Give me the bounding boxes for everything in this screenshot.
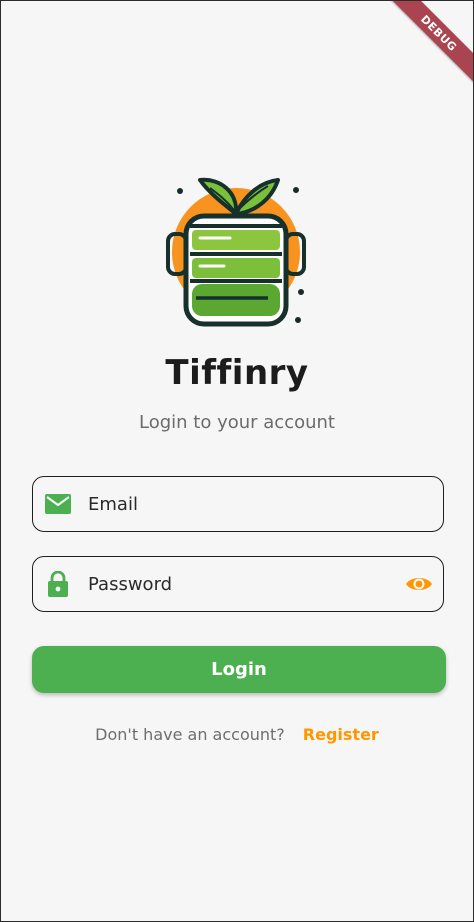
app-title: Tiffinry: [165, 353, 309, 393]
login-button[interactable]: Login: [32, 646, 446, 693]
eye-icon[interactable]: [404, 569, 434, 599]
tiffin-logo: [166, 177, 306, 327]
password-field-label: Password: [88, 573, 173, 595]
email-field-label: Email: [88, 493, 138, 515]
register-prompt: Don't have an account?: [95, 725, 285, 744]
lock-icon: [44, 570, 72, 598]
register-row: Don't have an account? Register: [1, 725, 473, 744]
mail-icon: [44, 490, 72, 518]
password-field[interactable]: Password: [32, 556, 444, 612]
login-button-label: Login: [211, 659, 267, 680]
register-link[interactable]: Register: [303, 725, 379, 744]
debug-banner: DEBUG: [382, 1, 473, 90]
login-subtitle: Login to your account: [139, 412, 335, 433]
app-window: DEBUG Tiffinry Login to your account Ema…: [1, 1, 473, 921]
email-field[interactable]: Email: [32, 476, 444, 532]
debug-banner-label: DEBUG: [418, 12, 460, 54]
